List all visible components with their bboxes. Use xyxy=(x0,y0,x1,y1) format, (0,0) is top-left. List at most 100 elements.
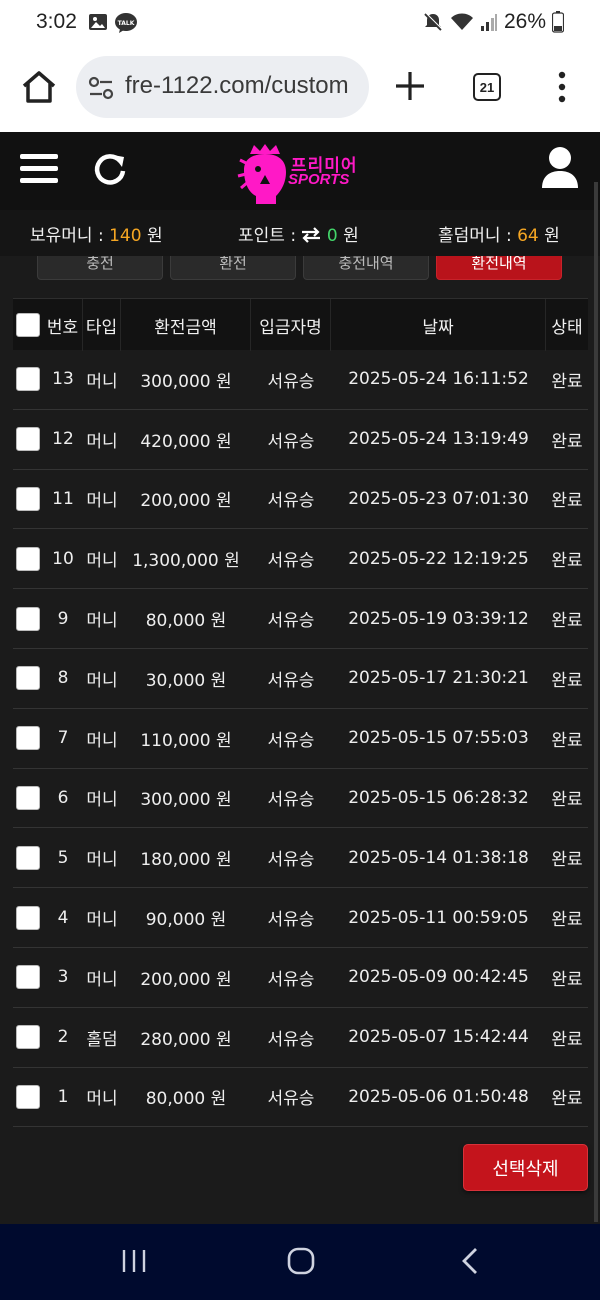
row-checkbox[interactable] xyxy=(16,845,40,870)
row-checkbox[interactable] xyxy=(16,666,40,691)
row-checkbox[interactable] xyxy=(16,905,40,930)
row-select-cell xyxy=(13,350,43,409)
page-scrollbar[interactable] xyxy=(594,182,598,1222)
table-row: 8 머니 30,000 원 서유승 2025-05-17 21:30:21 완료 xyxy=(13,649,588,709)
site-logo[interactable]: 프리미어 SPORTS xyxy=(236,142,366,206)
back-icon[interactable] xyxy=(458,1246,482,1276)
row-select-cell xyxy=(13,649,43,708)
row-select-cell xyxy=(13,470,43,529)
row-no: 13 xyxy=(52,369,74,390)
row-amount: 80,000 원 xyxy=(145,611,227,632)
site-settings-icon[interactable] xyxy=(88,75,114,101)
row-amount: 80,000 원 xyxy=(145,1089,227,1110)
tab-charge[interactable]: 충전 xyxy=(37,256,163,280)
tab-switcher-button[interactable]: 21 xyxy=(473,73,501,101)
row-status: 완료 xyxy=(551,551,583,572)
row-checkbox[interactable] xyxy=(16,726,40,751)
row-date: 2025-05-07 15:42:44 xyxy=(348,1027,529,1048)
tab-withdraw[interactable]: 환전 xyxy=(170,256,296,280)
user-icon[interactable] xyxy=(540,146,580,188)
tab-label: 환전내역 xyxy=(471,256,527,272)
table-row: 12 머니 420,000 원 서유승 2025-05-24 13:19:49 완료 xyxy=(13,410,588,470)
row-depositor: 서유승 xyxy=(267,611,315,632)
row-status: 완료 xyxy=(551,491,583,512)
header-select-all xyxy=(13,299,43,351)
row-date: 2025-05-06 01:50:48 xyxy=(348,1086,529,1107)
mute-icon xyxy=(424,12,443,31)
delete-selected-button[interactable]: 선택삭제 xyxy=(463,1144,588,1191)
lion-logo-icon xyxy=(237,144,286,204)
recent-apps-icon[interactable] xyxy=(120,1247,148,1275)
row-amount: 280,000 원 xyxy=(140,1029,232,1050)
row-depositor: 서유승 xyxy=(267,1089,315,1110)
row-no: 2 xyxy=(57,1027,69,1048)
row-no: 3 xyxy=(57,967,69,988)
row-depositor: 서유승 xyxy=(267,730,315,751)
refresh-icon[interactable] xyxy=(92,151,128,187)
row-checkbox[interactable] xyxy=(16,1084,40,1109)
row-type: 머니 xyxy=(86,431,118,452)
row-checkbox[interactable] xyxy=(16,546,40,571)
table-row: 4 머니 90,000 원 서유승 2025-05-11 00:59:05 완료 xyxy=(13,888,588,948)
new-tab-icon[interactable] xyxy=(392,68,428,104)
table-row: 1 머니 80,000 원 서유승 2025-05-06 01:50:48 완료 xyxy=(13,1068,588,1128)
home-icon[interactable] xyxy=(18,66,60,108)
row-status: 완료 xyxy=(551,1089,583,1110)
row-checkbox[interactable] xyxy=(16,965,40,990)
tab-withdraw-history[interactable]: 환전내역 xyxy=(436,256,562,280)
battery-percentage: 26% xyxy=(503,10,546,33)
point-unit: 원 xyxy=(343,226,359,246)
row-status: 완료 xyxy=(551,670,583,691)
row-checkbox[interactable] xyxy=(16,486,40,511)
header-depositor: 입금자명 xyxy=(251,299,331,351)
row-depositor: 서유승 xyxy=(267,491,315,512)
row-status: 완료 xyxy=(551,969,583,990)
row-type: 머니 xyxy=(86,670,118,691)
tab-label: 환전 xyxy=(219,256,247,272)
row-depositor: 서유승 xyxy=(267,551,315,572)
status-bar: 3:02 TALK 26% xyxy=(0,0,600,46)
row-type: 머니 xyxy=(86,371,118,392)
row-amount: 300,000 원 xyxy=(140,790,232,811)
row-checkbox[interactable] xyxy=(16,606,40,631)
exchange-arrows-icon[interactable] xyxy=(301,227,321,243)
row-date: 2025-05-17 21:30:21 xyxy=(348,668,529,689)
row-checkbox[interactable] xyxy=(16,367,40,392)
row-type: 머니 xyxy=(86,910,118,931)
row-status: 완료 xyxy=(551,910,583,931)
row-date: 2025-05-15 07:55:03 xyxy=(348,728,529,749)
select-all-checkbox[interactable] xyxy=(16,313,40,337)
row-date: 2025-05-09 00:42:45 xyxy=(348,967,529,988)
row-depositor: 서유승 xyxy=(267,850,315,871)
row-no: 5 xyxy=(57,847,69,868)
row-depositor: 서유승 xyxy=(267,371,315,392)
row-checkbox[interactable] xyxy=(16,1025,40,1050)
table-header: 번호 타입 환전금액 입금자명 날짜 상태 xyxy=(13,298,588,351)
row-depositor: 서유승 xyxy=(267,670,315,691)
row-select-cell xyxy=(13,1068,43,1127)
header-date: 날짜 xyxy=(331,299,546,351)
row-date: 2025-05-14 01:38:18 xyxy=(348,847,529,868)
row-date: 2025-05-19 03:39:12 xyxy=(348,608,529,629)
row-amount: 200,000 원 xyxy=(140,969,232,990)
row-select-cell xyxy=(13,948,43,1007)
home-nav-icon[interactable] xyxy=(286,1246,316,1276)
row-checkbox[interactable] xyxy=(16,427,40,452)
row-amount: 200,000 원 xyxy=(140,491,232,512)
row-type: 머니 xyxy=(86,730,118,751)
row-select-cell xyxy=(13,769,43,828)
menu-icon[interactable] xyxy=(20,152,58,186)
holdem-unit: 원 xyxy=(544,226,560,246)
row-checkbox[interactable] xyxy=(16,785,40,810)
row-depositor: 서유승 xyxy=(267,431,315,452)
row-date: 2025-05-11 00:59:05 xyxy=(348,907,529,928)
header-no: 번호 xyxy=(43,299,83,351)
address-bar[interactable]: fre-1122.com/custom xyxy=(76,56,369,118)
row-date: 2025-05-22 12:19:25 xyxy=(348,548,529,569)
row-no: 12 xyxy=(52,429,74,450)
table-body: 13 머니 300,000 원 서유승 2025-05-24 16:11:52 완료 12 머… xyxy=(13,350,588,1128)
tab-charge-history[interactable]: 충전내역 xyxy=(303,256,429,280)
row-amount: 30,000 원 xyxy=(145,670,227,691)
status-time: 3:02 xyxy=(36,10,77,33)
more-options-icon[interactable] xyxy=(552,70,572,104)
